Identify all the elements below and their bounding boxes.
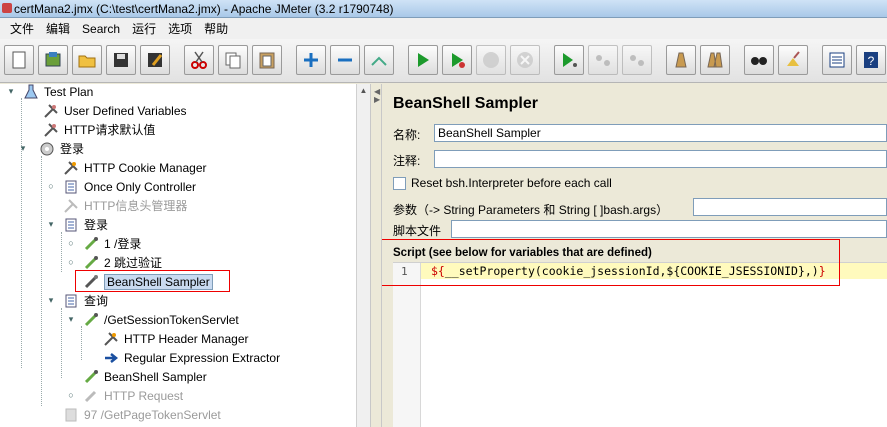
pipette-icon: [82, 235, 100, 253]
tree-node-http-header-manager[interactable]: HTTP Header Manager: [102, 329, 249, 348]
parameters-field[interactable]: [693, 198, 887, 216]
expand-icon[interactable]: [296, 45, 326, 75]
menu-bar: 文件 编辑 Search 运行 选项 帮助: [0, 18, 887, 39]
clear-icon[interactable]: [666, 45, 696, 75]
comment-label: 注释:: [393, 154, 421, 168]
highlight-box-script: [382, 239, 840, 286]
menu-edit[interactable]: 编辑: [40, 20, 76, 37]
wrench-icon: [102, 330, 120, 348]
stop-icon[interactable]: [476, 45, 506, 75]
start-icon[interactable]: [408, 45, 438, 75]
expand-toggle-icon[interactable]: ○: [46, 181, 56, 191]
collapse-icon[interactable]: [330, 45, 360, 75]
controller-icon: [62, 178, 80, 196]
templates-icon[interactable]: [38, 45, 68, 75]
wrench-icon: [42, 121, 60, 139]
panel-splitter[interactable]: ◀ ▶: [370, 84, 382, 427]
script-file-label: 脚本文件: [393, 224, 442, 238]
pipette-icon: [82, 311, 100, 329]
reset-interpreter-checkbox[interactable]: [393, 176, 406, 190]
collapse-toggle-icon[interactable]: ▾: [18, 143, 28, 153]
collapse-toggle-icon[interactable]: ▾: [46, 295, 56, 305]
pipette-icon: [82, 387, 100, 405]
pipette-icon: [82, 368, 100, 386]
expand-toggle-icon[interactable]: ○: [66, 257, 76, 267]
collapse-toggle-icon[interactable]: ▾: [46, 219, 56, 229]
copy-icon[interactable]: [218, 45, 248, 75]
tree-node-header-manager-disabled[interactable]: HTTP信息头管理器: [62, 196, 187, 215]
wrench-icon: [62, 197, 80, 215]
tree-node-query-controller[interactable]: ▾ 查询: [42, 291, 108, 310]
app-icon: [2, 3, 12, 13]
wrench-icon: [62, 159, 80, 177]
name-field[interactable]: BeanShell Sampler: [434, 124, 887, 142]
controller-icon: [62, 216, 80, 234]
reset-interpreter-label: Reset bsh.Interpreter before each call: [411, 176, 612, 190]
flask-icon: [22, 84, 40, 101]
title-bar: certMana2.jmx (C:\test\certMana2.jmx) - …: [0, 0, 887, 18]
name-label: 名称:: [393, 128, 421, 142]
tree-node-beanshell-sampler-2[interactable]: BeanShell Sampler: [82, 367, 207, 386]
tree-node-cookie-manager[interactable]: HTTP Cookie Manager: [62, 158, 207, 177]
save-as-icon[interactable]: [140, 45, 170, 75]
svg-text:?: ?: [868, 54, 875, 68]
wrench-icon: [42, 102, 60, 120]
open-icon[interactable]: [72, 45, 102, 75]
menu-run[interactable]: 运行: [126, 20, 162, 37]
clear-all-icon[interactable]: [700, 45, 730, 75]
controller-icon: [62, 406, 80, 424]
scroll-up-icon[interactable]: ▲: [359, 86, 368, 95]
help-icon[interactable]: ?: [856, 45, 886, 75]
collapse-toggle-icon[interactable]: ▾: [66, 314, 76, 324]
tree-node-user-defined-variables[interactable]: User Defined Variables: [42, 101, 187, 120]
arrow-right-icon: [102, 349, 120, 367]
pipette-icon: [82, 254, 100, 272]
shutdown-icon[interactable]: [510, 45, 540, 75]
toggle-icon[interactable]: [364, 45, 394, 75]
splitter-arrows-icon[interactable]: ◀ ▶: [374, 88, 380, 104]
script-editor[interactable]: 1 ${__setProperty(cookie_jsessionId,${CO…: [393, 262, 887, 427]
remote-shutdown-icon[interactable]: [622, 45, 652, 75]
menu-file[interactable]: 文件: [4, 20, 40, 37]
save-icon[interactable]: [106, 45, 136, 75]
tree-node-http-request-disabled[interactable]: ○ HTTP Request: [62, 386, 183, 405]
menu-help[interactable]: 帮助: [198, 20, 234, 37]
menu-search[interactable]: Search: [76, 22, 126, 36]
controller-icon: [62, 292, 80, 310]
expand-toggle-icon[interactable]: ○: [66, 390, 76, 400]
start-no-pause-icon[interactable]: [442, 45, 472, 75]
tree-node-http-defaults[interactable]: HTTP请求默认值: [42, 120, 155, 139]
tree-node-test-plan[interactable]: ▾ Test Plan: [6, 84, 93, 101]
sampler-config-panel: BeanShell Sampler 名称: BeanShell Sampler …: [382, 84, 887, 427]
menu-options[interactable]: 选项: [162, 20, 198, 37]
test-plan-tree[interactable]: ▾ Test Plan User Defined Variables HTTP请…: [0, 84, 370, 427]
tree-node-sampler-login[interactable]: ○ 1 /登录: [62, 234, 141, 253]
script-file-field[interactable]: [451, 220, 887, 238]
remote-start-icon[interactable]: [554, 45, 584, 75]
reset-search-icon[interactable]: [778, 45, 808, 75]
tree-node-once-only-controller[interactable]: ○ Once Only Controller: [42, 177, 196, 196]
remote-stop-icon[interactable]: [588, 45, 618, 75]
line-number-gutter: 1: [393, 263, 421, 427]
expand-toggle-icon[interactable]: ○: [66, 238, 76, 248]
tree-node-get-session-token[interactable]: ▾ /GetSessionTokenServlet: [62, 310, 239, 329]
highlight-box-tree: [75, 270, 230, 292]
cut-icon[interactable]: [184, 45, 214, 75]
panel-title: BeanShell Sampler: [393, 95, 538, 112]
tree-node-login-thread-group[interactable]: ▾ 登录: [21, 139, 84, 158]
toolbar: ?: [0, 39, 887, 83]
function-helper-icon[interactable]: [822, 45, 852, 75]
tree-node-login-controller[interactable]: ▾ 登录: [42, 215, 108, 234]
paste-icon[interactable]: [252, 45, 282, 75]
parameters-label: 参数（-> String Parameters 和 String [ ]bash…: [393, 203, 669, 217]
comment-field[interactable]: [434, 150, 887, 168]
collapse-toggle-icon[interactable]: ▾: [6, 86, 16, 96]
search-icon[interactable]: [744, 45, 774, 75]
tree-node-regex-extractor[interactable]: Regular Expression Extractor: [102, 348, 280, 367]
window-title: certMana2.jmx (C:\test\certMana2.jmx) - …: [14, 1, 394, 16]
tree-node-get-page-token-disabled[interactable]: 97 /GetPageTokenServlet: [62, 405, 221, 424]
new-icon[interactable]: [4, 45, 34, 75]
gear-icon: [38, 140, 56, 158]
tree-scrollbar[interactable]: ▲: [356, 84, 370, 427]
